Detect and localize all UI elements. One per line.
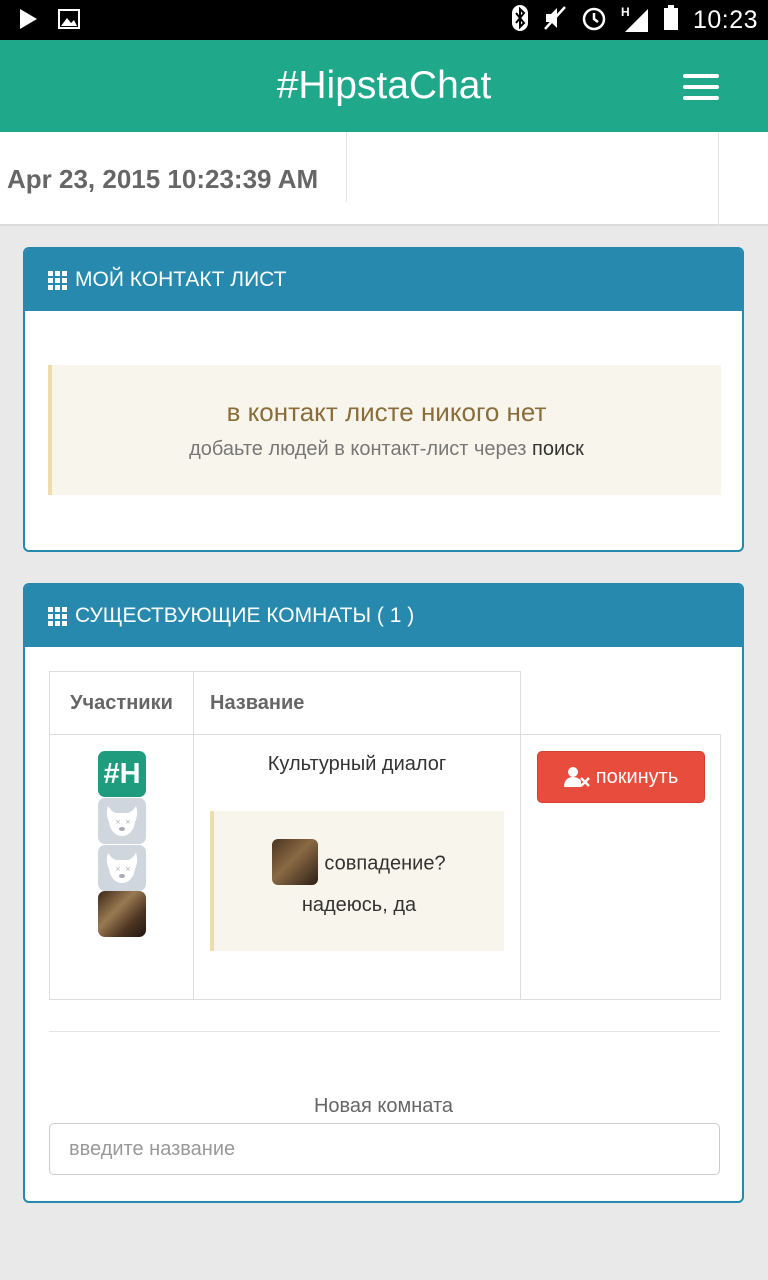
rooms-panel: СУЩЕСТВУЮЩИЕ КОМНАТЫ ( 1 ) Участники Наз… — [23, 583, 744, 1203]
empty-contacts-hint: добаьте людей в контакт-лист через поиск — [52, 438, 721, 461]
avatar-default-dog[interactable]: × × — [98, 798, 146, 844]
battery-icon — [663, 4, 679, 36]
signal-icon: H — [621, 5, 649, 33]
hamburger-icon[interactable] — [683, 74, 719, 100]
app-bar: #HipstaChat — [0, 40, 768, 132]
avatar-hipstachat[interactable]: #H — [98, 751, 146, 797]
divider — [718, 132, 719, 226]
mute-icon — [543, 5, 567, 36]
empty-contacts-notice: в контакт листе никого нет добаьте людей… — [48, 365, 721, 495]
avatar-default-dog[interactable]: × × — [98, 845, 146, 891]
grid-icon — [48, 606, 67, 626]
clock: 10:23 — [692, 5, 758, 34]
svg-text:×: × — [115, 818, 121, 826]
divider — [49, 1031, 720, 1032]
leave-room-button[interactable]: покинуть — [537, 751, 705, 803]
room-name-cell: Культурный диалог совпадение? надеюсь, д… — [193, 734, 521, 1000]
dog-icon: × × — [106, 853, 138, 883]
dog-icon: × × — [106, 806, 138, 836]
new-room-label: Новая комната — [313, 1095, 454, 1117]
column-header-name: Название — [193, 671, 521, 735]
app-title: #HipstaChat — [276, 64, 492, 107]
bluetooth-icon — [511, 4, 529, 37]
panel-heading: СУЩЕСТВУЮЩИЕ КОМНАТЫ ( 1 ) — [25, 585, 742, 647]
svg-text:×: × — [125, 865, 131, 873]
new-room-name-input[interactable] — [49, 1123, 720, 1175]
contact-list-panel: МОЙ КОНТАКТ ЛИСТ в контакт листе никого … — [23, 247, 744, 552]
panel-heading: МОЙ КОНТАКТ ЛИСТ — [25, 249, 742, 311]
leave-button-label: покинуть — [595, 765, 679, 788]
grid-icon — [48, 270, 67, 290]
room-actions-cell: покинуть — [520, 734, 721, 1000]
avatar-photo[interactable] — [98, 891, 146, 937]
svg-text:×: × — [125, 818, 131, 826]
date-bar: Apr 23, 2015 10:23:39 AM — [0, 132, 768, 226]
panel-title: СУЩЕСТВУЮЩИЕ КОМНАТЫ ( 1 ) — [75, 604, 415, 627]
message-author-avatar — [272, 839, 319, 885]
message-line-2: надеюсь, да — [301, 894, 417, 916]
hint-text: добаьте людей в контакт-лист через — [189, 438, 527, 460]
divider — [346, 132, 347, 202]
last-message: совпадение? надеюсь, да — [210, 811, 504, 951]
table-row: #H × × × × — [49, 734, 194, 1000]
status-bar: H 10:23 — [0, 0, 768, 40]
play-icon — [18, 8, 38, 35]
column-header-participants: Участники — [49, 671, 194, 735]
search-link[interactable]: поиск — [532, 438, 584, 460]
message-line-1: совпадение? — [324, 852, 446, 875]
panel-title: МОЙ КОНТАКТ ЛИСТ — [75, 268, 287, 291]
image-icon — [58, 9, 80, 34]
room-name[interactable]: Культурный диалог — [194, 753, 520, 776]
current-date: Apr 23, 2015 10:23:39 AM — [7, 164, 319, 194]
empty-contacts-title: в контакт листе никого нет — [226, 397, 547, 427]
user-remove-icon — [563, 767, 590, 787]
svg-text:×: × — [115, 865, 121, 873]
alarm-icon — [581, 5, 607, 36]
